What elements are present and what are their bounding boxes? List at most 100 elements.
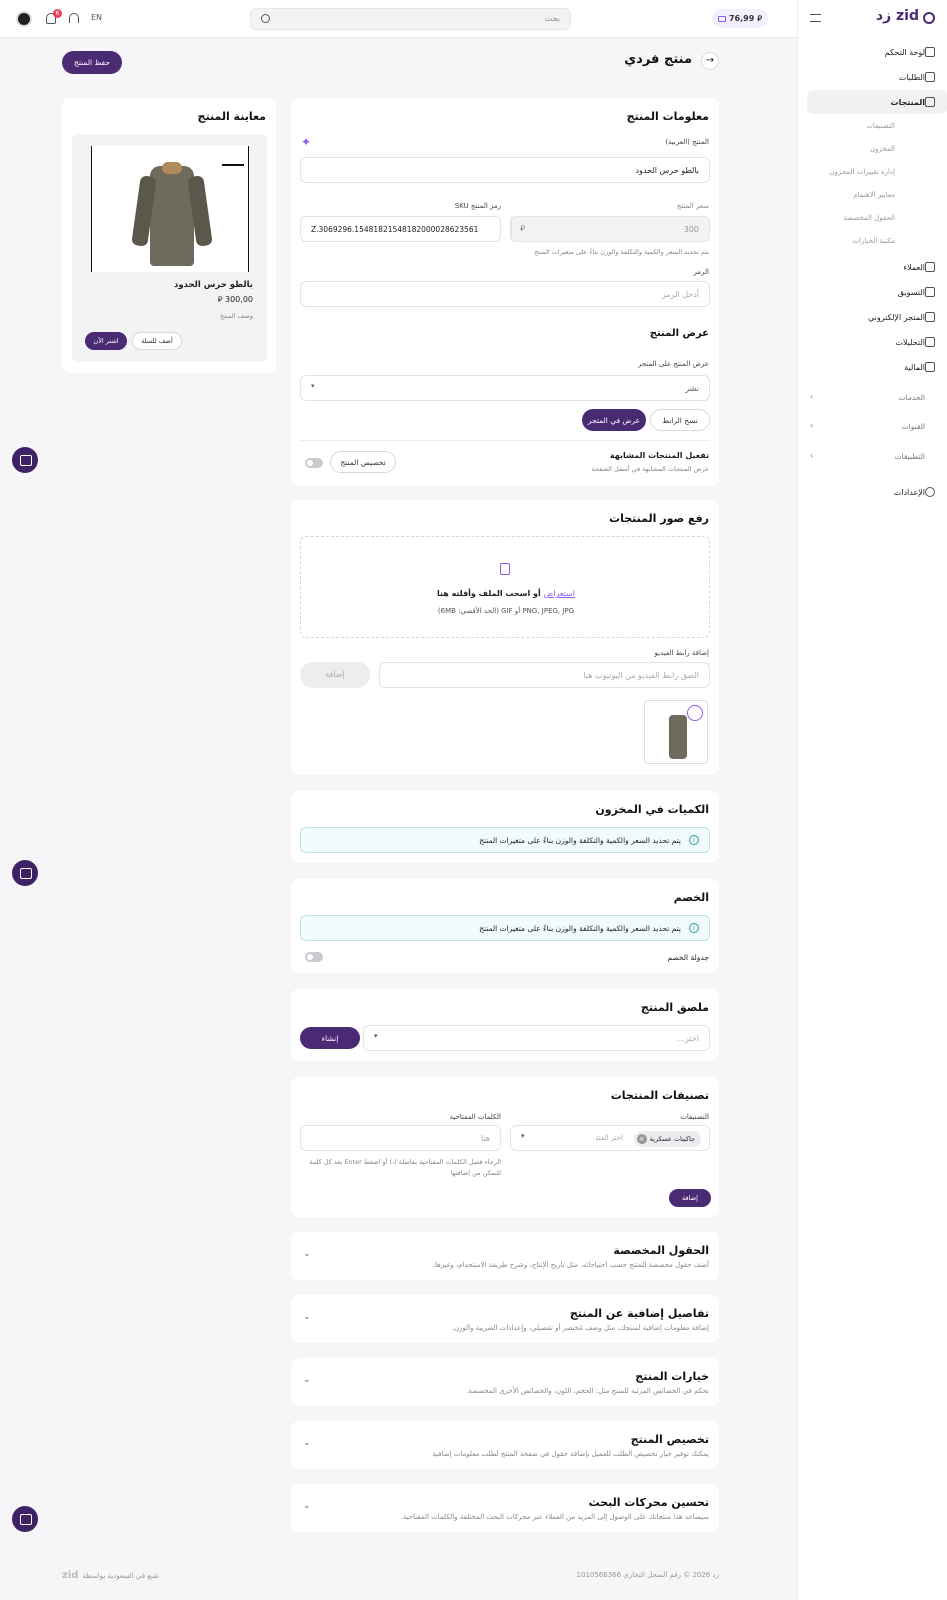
sku-input[interactable]: Z.3069296.15481821548182000028623561 bbox=[300, 216, 501, 242]
nav-analytics[interactable]: التحليلات bbox=[807, 330, 947, 354]
nav-dashboard[interactable]: لوحة التحكم bbox=[807, 40, 947, 64]
nav-group-apps[interactable]: التطبيقات bbox=[807, 444, 947, 468]
upload-card: رفع صور المنتجات استعراض أو اسحب الملف و… bbox=[291, 500, 719, 775]
nav-customers[interactable]: العملاء bbox=[807, 255, 947, 279]
nav-group-services[interactable]: الخدمات bbox=[807, 385, 947, 409]
search-bar[interactable]: بحث bbox=[250, 8, 571, 30]
ai-sparkle-icon[interactable]: ✦ bbox=[301, 135, 311, 149]
chat-button[interactable] bbox=[12, 1506, 38, 1532]
nav-sub-options-library[interactable]: مكتبة الخيارات bbox=[807, 237, 947, 245]
gear-icon bbox=[925, 487, 935, 497]
back-button[interactable]: → bbox=[701, 52, 719, 70]
nav-sub-custom-fields[interactable]: الحقول المخصصة bbox=[807, 214, 947, 222]
brand-logo bbox=[222, 152, 244, 166]
display-select[interactable]: نشر ▾ bbox=[300, 375, 710, 401]
balance-badge[interactable]: 76,99 ⃁ bbox=[712, 9, 768, 28]
categories-label: التصنيفات bbox=[680, 1113, 709, 1121]
schedule-discount-label: جدولة الخصم bbox=[667, 953, 709, 962]
chat-button[interactable] bbox=[12, 447, 38, 473]
accordion-custom-fields[interactable]: الحقول المخصصة أضف حقول مخصصة للمنتج حسب… bbox=[291, 1232, 719, 1280]
notification-badge: 6 bbox=[53, 9, 62, 18]
chat-button[interactable] bbox=[12, 860, 38, 886]
nav-sub-criteria[interactable]: معايير الاهتمام bbox=[807, 191, 947, 199]
uploaded-thumbnail[interactable] bbox=[644, 700, 708, 764]
add-category-button[interactable]: إضافة bbox=[669, 1189, 711, 1207]
categories-select[interactable]: جاكيتات عسكرية × اختر الفئة ▾ bbox=[510, 1125, 710, 1151]
accordion-customization[interactable]: تخصيص المنتج يمكنك توفير خيار تخصيص الطل… bbox=[291, 1421, 719, 1469]
wallet-icon bbox=[717, 15, 726, 22]
similar-products-toggle[interactable] bbox=[305, 458, 323, 468]
copy-link-button[interactable]: نسخ الرابط bbox=[650, 409, 710, 431]
nav-sub-inventory[interactable]: المخزون bbox=[807, 145, 947, 153]
home-badge-icon[interactable] bbox=[687, 705, 703, 721]
code-input[interactable]: أدخل الرمز bbox=[300, 281, 710, 307]
info-icon: i bbox=[689, 923, 699, 933]
sidebar: زد zid لوحة التحكم الطلبات المنتجات التص… bbox=[797, 0, 947, 1600]
cart-icon bbox=[925, 72, 935, 82]
video-url-input[interactable]: الصق رابط الفيديو من اليوتيوب هنا bbox=[379, 662, 710, 688]
footer-left: صُنع في السعودية بواسطة zid bbox=[62, 1570, 159, 1581]
save-product-button[interactable]: حفظ المنتج bbox=[62, 51, 122, 74]
nav-store[interactable]: المتجر الإلكتروني bbox=[807, 305, 947, 329]
add-to-cart-button[interactable]: أضف للسلة bbox=[132, 332, 182, 350]
name-label: المنتج (العربية) bbox=[665, 138, 709, 146]
info-icon: i bbox=[689, 835, 699, 845]
chevron-left-icon: ‹ bbox=[810, 421, 814, 430]
discount-info-banner: i يتم تحديد السعر والكمية والتكلفة والوزن… bbox=[300, 915, 710, 941]
keywords-input[interactable]: هنا bbox=[300, 1125, 501, 1151]
nav-group-channels[interactable]: القنوات bbox=[807, 414, 947, 438]
nav-settings[interactable]: الإعدادات bbox=[807, 480, 947, 504]
preview-card: معاينة المنتج بالطو حرس الحدود 300,00 ⃁ … bbox=[62, 98, 276, 373]
stock-info-banner: i يتم تحديد السعر والكمية والتكلفة والوزن… bbox=[300, 827, 710, 853]
footer-made-in: صُنع في السعودية بواسطة bbox=[82, 1571, 160, 1580]
dropzone[interactable]: استعراض أو اسحب الملف وأفلته هنا (6MB :ا… bbox=[300, 536, 710, 638]
accordion-seo[interactable]: تحسين محركات البحث سيساعد هذا منتجاتك عل… bbox=[291, 1484, 719, 1532]
nav-sub-inventory-changes[interactable]: إدارة تغييرات المخزون bbox=[807, 168, 947, 176]
category-chip[interactable]: جاكيتات عسكرية × bbox=[633, 1131, 701, 1147]
price-input[interactable]: 300 ⃁ bbox=[510, 216, 710, 242]
chevron-left-icon: ‹ bbox=[810, 392, 814, 401]
preview-price-value: 300,00 bbox=[225, 295, 253, 304]
stock-title: الكميات في المخزون bbox=[595, 803, 709, 816]
schedule-discount-toggle[interactable] bbox=[305, 952, 323, 962]
video-label: إضافة رابط الفيديو bbox=[654, 649, 709, 657]
currency-icon: ⃁ bbox=[757, 13, 763, 23]
view-in-store-button[interactable]: عرض في المتجر bbox=[582, 409, 646, 431]
nav-marketing[interactable]: التسويق bbox=[807, 280, 947, 304]
section-title: معلومات المنتج bbox=[626, 110, 709, 123]
categories-card: تصنيفات المنتجات التصنيفات الكلمات المفت… bbox=[291, 1077, 719, 1217]
upload-title: رفع صور المنتجات bbox=[609, 512, 709, 525]
accordion-product-options[interactable]: خيارات المنتج تحكم في الخصائص المرئية لل… bbox=[291, 1358, 719, 1406]
accordion-desc: إضافة معلومات إضافية لمنتجك، مثل وصف مُخ… bbox=[451, 1324, 709, 1332]
preview-frame: بالطو حرس الحدود 300,00 ⃁ وصف المنتج أضف… bbox=[72, 134, 267, 362]
preview-title: معاينة المنتج bbox=[197, 110, 266, 123]
chevron-down-icon: ▾ bbox=[374, 1032, 378, 1040]
categories-title: تصنيفات المنتجات bbox=[610, 1089, 709, 1102]
headset-icon[interactable] bbox=[69, 13, 79, 23]
browse-link[interactable]: استعراض bbox=[544, 589, 576, 598]
avatar[interactable] bbox=[16, 11, 32, 27]
add-video-button[interactable]: إضافة bbox=[300, 662, 370, 688]
nav-finance[interactable]: المالية bbox=[807, 355, 947, 379]
product-name-input[interactable]: بالطو حرس الحدود bbox=[300, 157, 710, 183]
preview-product-name: بالطو حرس الحدود bbox=[173, 280, 253, 290]
sticker-select[interactable]: اختر... ▾ bbox=[363, 1025, 710, 1051]
search-input[interactable]: بحث bbox=[545, 14, 560, 23]
chevron-down-icon: ▾ bbox=[521, 1132, 525, 1140]
currency-icon: ⃁ bbox=[217, 295, 223, 304]
chevron-down-icon: ⌄ bbox=[303, 1438, 311, 1448]
create-sticker-button[interactable]: إنشاء bbox=[300, 1027, 360, 1049]
language-switch[interactable]: EN bbox=[91, 13, 102, 22]
users-icon bbox=[925, 262, 935, 272]
discount-card: الخصم i يتم تحديد السعر والكمية والتكلفة … bbox=[291, 879, 719, 973]
accordion-extra-details[interactable]: تفاصيل إضافية عن المنتج إضافة معلومات إض… bbox=[291, 1295, 719, 1343]
collapse-sidebar-icon[interactable] bbox=[810, 14, 821, 22]
buy-now-button[interactable]: اشتر الآن bbox=[85, 332, 127, 350]
nav-products[interactable]: المنتجات bbox=[807, 90, 947, 114]
nav-orders[interactable]: الطلبات bbox=[807, 65, 947, 89]
chevron-down-icon: ⌄ bbox=[303, 1312, 311, 1322]
remove-chip-icon[interactable]: × bbox=[636, 1134, 647, 1144]
accordion-title: خيارات المنتج bbox=[635, 1370, 709, 1383]
nav-sub-categories[interactable]: التصنيفات bbox=[807, 122, 947, 130]
customize-product-button[interactable]: تخصيص المنتج bbox=[330, 451, 396, 473]
